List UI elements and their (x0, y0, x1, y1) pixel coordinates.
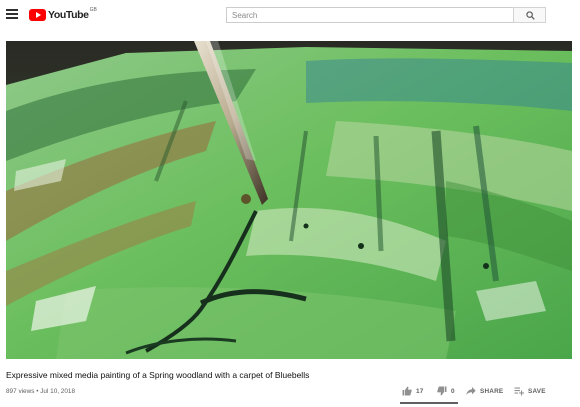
save-label: SAVE (528, 387, 546, 395)
thumbs-down-icon (437, 386, 447, 396)
like-button[interactable]: 17 (402, 384, 424, 398)
youtube-logo[interactable]: YouTube GB (29, 7, 97, 22)
dislike-button[interactable]: 0 (437, 384, 455, 398)
view-count-date: 897 views • Jul 10, 2018 (6, 388, 76, 395)
like-count: 17 (416, 387, 424, 395)
masthead: YouTube GB (0, 0, 580, 30)
magnifier-icon (526, 11, 535, 20)
save-button[interactable]: SAVE (514, 384, 546, 398)
like-dislike-ratio-bar (400, 402, 458, 404)
search-button[interactable] (513, 7, 546, 23)
playlist-add-icon (514, 387, 524, 396)
dislike-count: 0 (451, 387, 455, 395)
search-input[interactable] (226, 7, 513, 23)
youtube-play-icon (29, 9, 46, 21)
search-bar (226, 7, 546, 23)
share-label: SHARE (480, 387, 504, 395)
share-button[interactable]: SHARE (466, 384, 503, 398)
logo-text: YouTube (48, 9, 89, 21)
thumbs-up-icon (402, 386, 412, 396)
video-title: Expressive mixed media painting of a Spr… (6, 370, 310, 380)
video-player[interactable] (6, 41, 572, 359)
like-ratio-fill (400, 402, 458, 404)
logo-country-code: GB (89, 7, 97, 13)
video-frame-painting (6, 41, 572, 359)
share-arrow-icon (466, 387, 476, 395)
hamburger-menu-icon[interactable] (6, 9, 18, 19)
